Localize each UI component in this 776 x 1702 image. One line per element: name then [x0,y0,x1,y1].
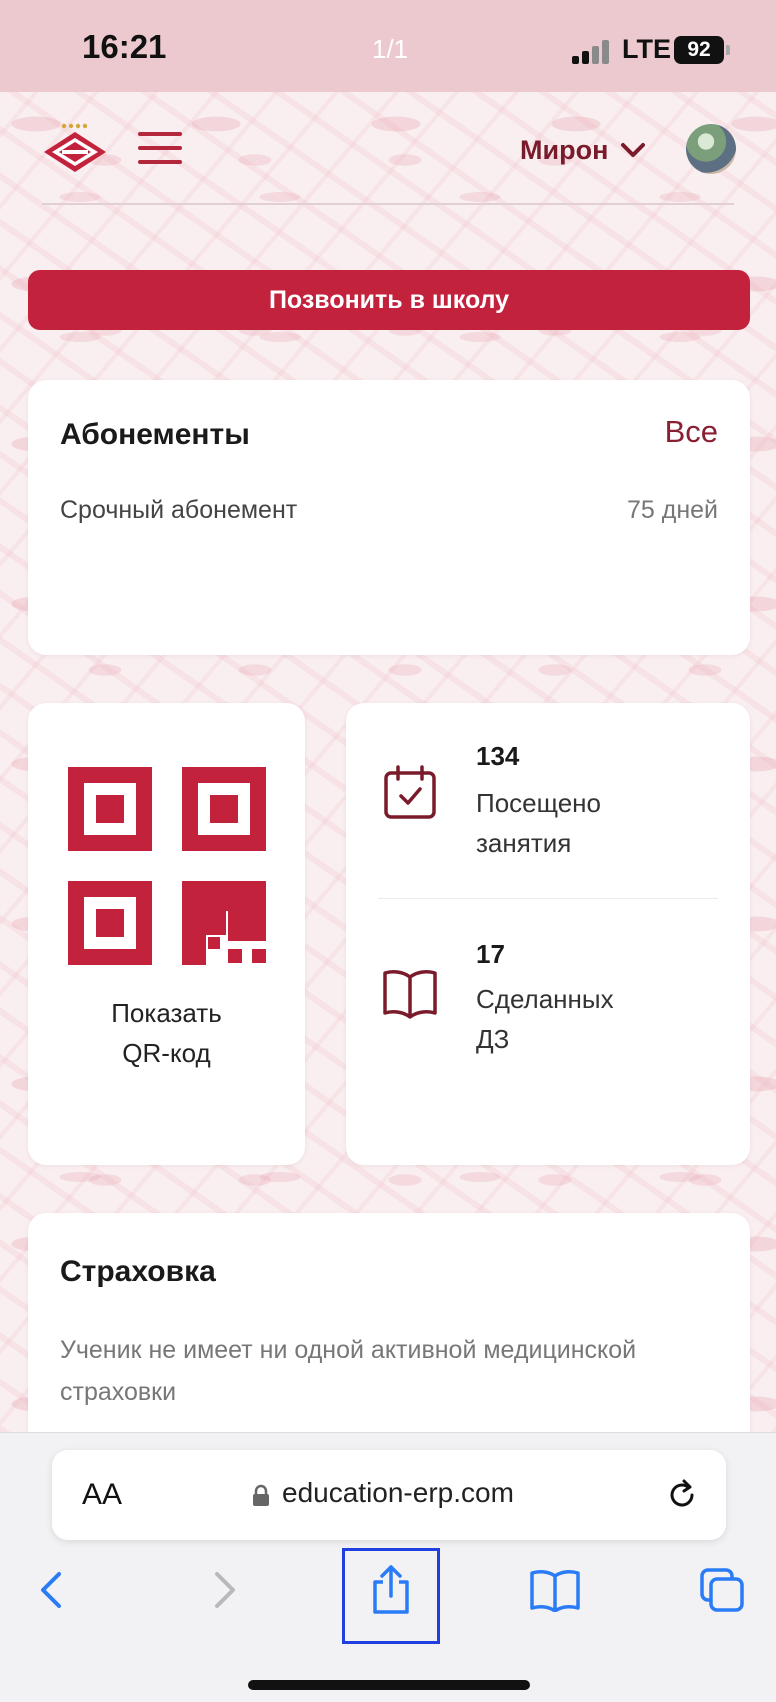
bookmarks-button[interactable] [525,1560,585,1620]
visits-count: 134 [476,741,520,771]
text-size-button[interactable]: AA [82,1478,122,1512]
forward-button[interactable] [194,1560,254,1620]
subscriptions-card: Абонементы Все Срочный абонемент 75 дней [28,380,750,655]
avatar[interactable] [686,124,736,174]
lock-icon [253,1484,269,1506]
calendar-check-icon [384,765,436,819]
back-button[interactable] [22,1560,82,1620]
stats-card: 134 Посещено занятия 17 Сделанных ДЗ [346,703,750,1165]
homework-label-line1: Сделанных [476,984,614,1014]
subscriptions-all-link[interactable]: Все [665,414,718,450]
signal-icon [572,40,612,64]
subscription-days: 75 дней [626,496,718,524]
header-divider [42,203,734,205]
address-bar[interactable]: AA education-erp.com [52,1450,726,1540]
home-indicator [248,1680,530,1690]
spartak-logo-icon[interactable] [42,122,108,176]
subscription-name: Срочный абонемент [60,496,298,524]
bookmarks-icon [530,1570,580,1612]
qr-caption-line1: Показать [111,998,222,1028]
page-indicator: 1/1 [372,34,409,64]
homework-label-line2: ДЗ [476,1024,510,1054]
insurance-text: Ученик не имеет ни одной активной медици… [60,1336,637,1406]
visits-label-line1: Посещено [476,788,601,818]
tabs-button[interactable] [692,1560,752,1620]
battery-tip [726,45,730,55]
visits-label: Посещено занятия [476,783,726,863]
user-selector[interactable]: Мирон [520,130,646,170]
insurance-title: Страховка [60,1255,216,1288]
homework-count: 17 [476,939,505,969]
url-text[interactable]: education-erp.com [282,1477,514,1509]
network-type: LTE [622,34,671,64]
battery-icon: 92 [674,36,724,64]
tabs-icon [700,1568,744,1612]
visits-label-line2: занятия [476,828,572,858]
stats-divider [378,898,718,899]
hamburger-menu-icon[interactable] [138,132,182,166]
chevron-left-icon [41,1572,61,1608]
chevron-right-icon [215,1572,235,1608]
share-button-highlight [342,1548,440,1644]
qr-caption-line2: QR-код [122,1038,211,1068]
qr-code-icon [68,767,266,965]
reload-icon[interactable] [664,1477,700,1513]
status-time: 16:21 [82,28,167,65]
open-book-icon [383,970,437,1019]
status-bar: 16:21 1/1 LTE 92 [0,0,776,92]
qr-caption: Показать QR-код [28,993,305,1073]
show-qr-card[interactable]: Показать QR-код [28,703,305,1165]
user-name: Мирон [520,134,609,165]
call-school-button[interactable]: Позвонить в школу [28,270,750,330]
chevron-down-icon [621,143,646,157]
homework-label: Сделанных ДЗ [476,979,726,1059]
subscriptions-title: Абонементы [60,418,250,451]
